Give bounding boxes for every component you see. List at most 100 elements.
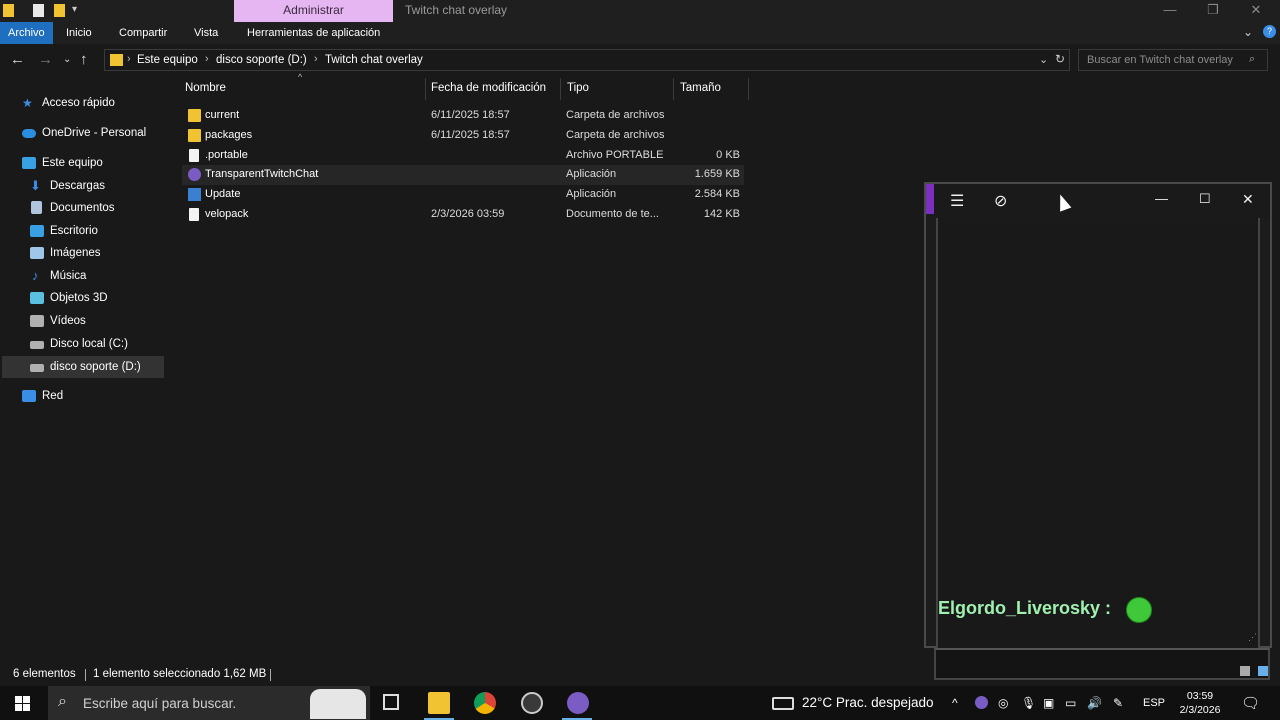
breadcrumb-separator-icon[interactable]: › — [127, 53, 131, 65]
new-folder-icon[interactable] — [54, 4, 65, 17]
back-arrow-icon[interactable]: ← — [10, 51, 25, 68]
taskbar-search[interactable]: ⌕ Escribe aquí para buscar. — [48, 686, 370, 720]
forward-arrow-icon[interactable]: → — [38, 51, 53, 68]
close-icon[interactable]: ✕ — [1246, 2, 1266, 18]
tab-archivo[interactable]: Archivo — [0, 22, 53, 44]
breadcrumb-este-equipo[interactable]: Este equipo — [137, 54, 198, 66]
folder-icon[interactable] — [3, 4, 14, 17]
file-size: 2.584 KB — [694, 188, 740, 200]
column-divider[interactable] — [560, 78, 561, 100]
resize-grip-icon[interactable]: ⋰ — [1248, 632, 1257, 643]
twitch-chat-app-icon[interactable] — [567, 692, 589, 714]
sidebar-item-documentos[interactable]: Documentos — [30, 197, 162, 219]
column-divider[interactable] — [673, 78, 674, 100]
search-input[interactable] — [1079, 50, 1245, 70]
drive-icon — [30, 364, 44, 372]
hide-icon[interactable]: ⊘ — [994, 191, 1007, 211]
chat-overlay-window[interactable]: ☰ ⊘ — ☐ ✕ Elgordo_Liverosky : ⋰ — [924, 182, 1272, 650]
overlay-title-bar[interactable]: ☰ ⊘ — ☐ ✕ — [934, 184, 1270, 218]
table-row[interactable]: velopack 2/3/2026 03:59 Documento de te.… — [182, 205, 744, 225]
sidebar-item-musica[interactable]: ♪ Música — [30, 265, 162, 287]
tab-compartir[interactable]: Compartir — [111, 22, 175, 44]
large-icons-view-icon[interactable] — [1258, 666, 1268, 676]
breadcrumb-disco-soporte[interactable]: disco soporte (D:) — [216, 54, 307, 66]
search-icon[interactable]: ⌕ — [1249, 53, 1255, 66]
recent-dropdown-icon[interactable]: ⌄ — [63, 54, 71, 65]
drive-icon — [30, 341, 44, 349]
quick-access-dropdown-icon[interactable]: ▾ — [72, 4, 77, 15]
maximize-icon[interactable]: ☐ — [1199, 191, 1211, 207]
column-header-nombre[interactable]: Nombre — [185, 82, 226, 94]
sidebar-item-este-equipo[interactable]: Este equipo — [22, 152, 162, 174]
chrome-icon[interactable] — [474, 692, 496, 714]
sidebar-item-disco-soporte[interactable]: disco soporte (D:) — [2, 356, 164, 378]
obs-icon[interactable] — [521, 692, 543, 714]
ribbon-expand-icon[interactable]: ⌄ — [1243, 25, 1253, 39]
tab-vista[interactable]: Vista — [186, 22, 226, 44]
windows-start-icon[interactable] — [15, 696, 30, 711]
sidebar-item-red[interactable]: Red — [22, 385, 162, 407]
close-icon[interactable]: ✕ — [1242, 191, 1254, 208]
maximize-icon[interactable]: ❐ — [1203, 2, 1223, 18]
properties-icon[interactable] — [33, 4, 44, 17]
address-bar[interactable]: › Este equipo › disco soporte (D:) › Twi… — [104, 49, 1070, 71]
sidebar-item-onedrive[interactable]: OneDrive - Personal — [22, 122, 162, 144]
system-clock[interactable]: 03:59 2/3/2026 — [1176, 689, 1224, 717]
sidebar-item-imagenes[interactable]: Imágenes — [30, 242, 162, 264]
file-date: 6/11/2025 18:57 — [431, 129, 510, 141]
network-icon[interactable]: ▭ — [1065, 696, 1076, 710]
column-header-tamano[interactable]: Tamaño — [680, 82, 721, 94]
microphone-icon[interactable]: 🎙 — [1021, 696, 1036, 710]
notifications-icon[interactable]: 🗨 — [1241, 694, 1260, 712]
breadcrumb-twitch-chat-overlay[interactable]: Twitch chat overlay — [325, 54, 423, 66]
clock-time: 03:59 — [1186, 690, 1214, 702]
tray-overflow-icon[interactable]: ^ — [952, 696, 958, 710]
file-type: Documento de te... — [566, 208, 659, 220]
download-icon: ⬇ — [30, 178, 41, 193]
sidebar-item-escritorio[interactable]: Escritorio — [30, 220, 162, 242]
sidebar-item-descargas[interactable]: ⬇ Descargas — [30, 175, 162, 197]
up-arrow-icon[interactable]: ↑ — [80, 51, 88, 68]
table-row[interactable]: TransparentTwitchChat Aplicación 1.659 K… — [182, 165, 744, 185]
column-header-fecha[interactable]: Fecha de modificación — [431, 82, 546, 94]
search-box[interactable]: ⌕ — [1078, 49, 1268, 71]
address-dropdown-icon[interactable]: ⌄ — [1039, 53, 1048, 66]
sidebar-item-label: Acceso rápido — [42, 97, 115, 109]
minimize-icon[interactable]: — — [1160, 2, 1180, 17]
star-icon: ★ — [22, 96, 33, 110]
minimize-icon[interactable]: — — [1155, 191, 1168, 206]
column-divider[interactable] — [748, 78, 749, 100]
menu-icon[interactable]: ☰ — [950, 191, 964, 211]
refresh-icon[interactable]: ↻ — [1055, 52, 1065, 66]
pen-icon[interactable]: ✎ — [1113, 696, 1123, 710]
task-view-icon[interactable] — [383, 694, 399, 710]
tray-app-icon[interactable]: ◎ — [998, 696, 1008, 710]
sidebar-item-acceso-rapido[interactable]: ★ Acceso rápido — [22, 92, 162, 114]
table-row[interactable]: packages 6/11/2025 18:57 Carpeta de arch… — [182, 126, 744, 146]
column-divider[interactable] — [425, 78, 426, 100]
file-explorer-icon[interactable] — [428, 692, 450, 714]
input-language[interactable]: ESP — [1143, 697, 1165, 709]
sidebar-item-objetos-3d[interactable]: Objetos 3D — [30, 287, 162, 309]
volume-icon[interactable]: 🔊 — [1087, 696, 1102, 710]
sidebar-item-disco-local[interactable]: Disco local (C:) — [30, 333, 162, 355]
window-title: Twitch chat overlay — [405, 3, 508, 17]
security-icon[interactable]: ▣ — [1043, 696, 1054, 710]
table-row[interactable]: current 6/11/2025 18:57 Carpeta de archi… — [182, 106, 744, 126]
twitch-tray-icon[interactable] — [975, 696, 988, 709]
table-row[interactable]: .portable Archivo PORTABLE 0 KB — [182, 146, 744, 166]
details-view-icon[interactable] — [1240, 666, 1250, 676]
help-icon[interactable]: ? — [1263, 25, 1276, 38]
context-tab-administrar[interactable]: Administrar — [234, 0, 393, 22]
file-type: Carpeta de archivos — [566, 109, 665, 121]
breadcrumb-separator-icon[interactable]: › — [205, 53, 209, 65]
sidebar-item-label: Escritorio — [50, 225, 98, 237]
tab-herramientas[interactable]: Herramientas de aplicación — [239, 22, 388, 44]
breadcrumb-separator-icon[interactable]: › — [314, 53, 318, 65]
folder-icon — [110, 54, 123, 66]
sidebar-item-videos[interactable]: Vídeos — [30, 310, 162, 332]
tab-inicio[interactable]: Inicio — [58, 22, 100, 44]
column-header-tipo[interactable]: Tipo — [567, 82, 589, 94]
table-row[interactable]: Update Aplicación 2.584 KB — [182, 185, 744, 205]
weather-text[interactable]: 22°C Prac. despejado — [802, 695, 933, 710]
